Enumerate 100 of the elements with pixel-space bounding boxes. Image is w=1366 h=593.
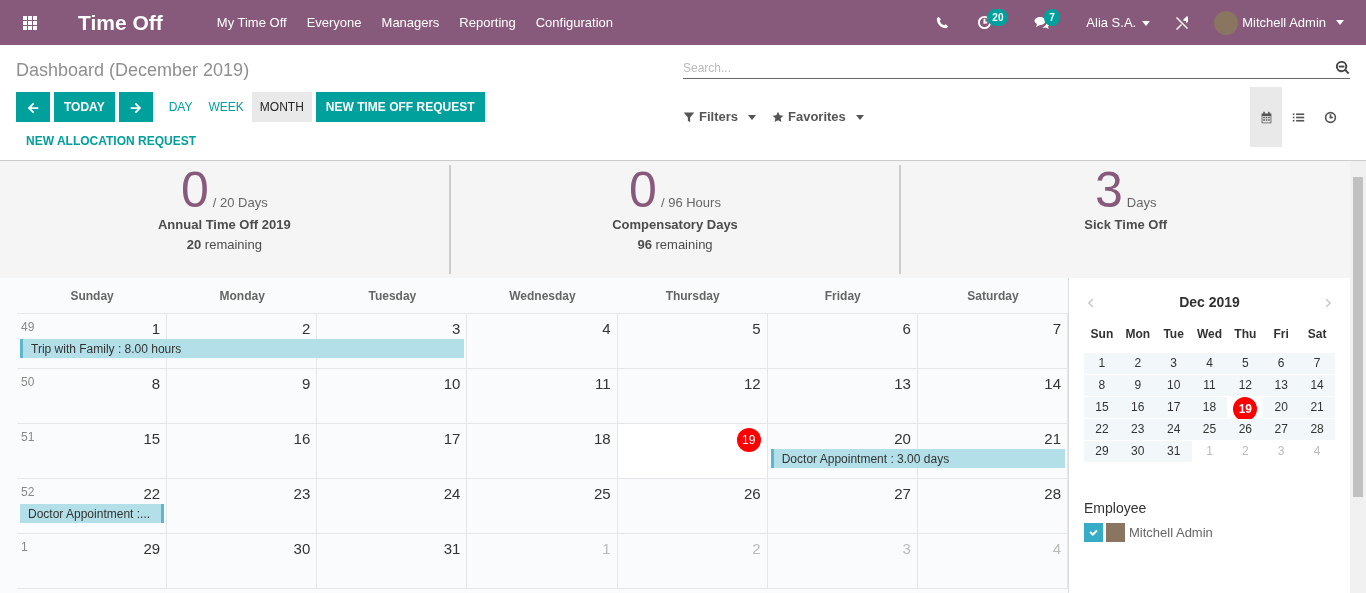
- day-cell[interactable]: 24: [317, 479, 468, 534]
- week-number: 50: [21, 374, 35, 391]
- menu-item[interactable]: Everyone: [296, 12, 372, 33]
- date-cell[interactable]: 4: [1191, 353, 1228, 374]
- filter-dropdown[interactable]: Favorites: [772, 107, 872, 127]
- checkbox[interactable]: [1084, 523, 1103, 543]
- apps-grid-icon: [22, 15, 38, 32]
- date-cell[interactable]: 25: [1191, 419, 1228, 440]
- scrollbar[interactable]: [1350, 161, 1366, 593]
- calendar-icon: [1259, 110, 1273, 124]
- day-cell[interactable]: 26: [617, 479, 768, 534]
- date-cell[interactable]: 8: [1084, 375, 1120, 396]
- date-cell[interactable]: 21: [1299, 397, 1335, 418]
- tools-icon[interactable]: [1174, 14, 1191, 31]
- day-cell[interactable]: 14: [917, 369, 1068, 424]
- day-number: 25: [593, 484, 611, 504]
- date-cell[interactable]: 17: [1155, 397, 1192, 418]
- menu-item[interactable]: My Time Off: [206, 12, 297, 33]
- filter-dropdown[interactable]: Filters: [683, 107, 764, 127]
- day-cell[interactable]: 28: [917, 479, 1068, 534]
- star-icon: [772, 111, 784, 123]
- date-cell[interactable]: 15: [1084, 397, 1120, 418]
- date-cell[interactable]: 31: [1155, 441, 1192, 462]
- date-cell[interactable]: 9: [1119, 375, 1156, 396]
- date-cell[interactable]: 5: [1227, 353, 1264, 374]
- date-cell[interactable]: 23: [1119, 419, 1156, 440]
- date-cell[interactable]: 24: [1155, 419, 1192, 440]
- time-off-event[interactable]: Doctor Appointment : 3.00 days: [770, 449, 1065, 468]
- date-cell[interactable]: 27: [1263, 419, 1300, 440]
- day-cell[interactable]: 23: [167, 479, 318, 534]
- day-cell[interactable]: 7: [917, 314, 1068, 369]
- remaining-text: 96 remaining: [636, 235, 714, 254]
- day-cell[interactable]: 9: [167, 369, 318, 424]
- date-cell[interactable]: 18: [1191, 397, 1228, 418]
- date-cell[interactable]: 6: [1263, 353, 1300, 374]
- day-cell[interactable]: 6: [767, 314, 918, 369]
- user-name: Mitchell Admin: [1242, 13, 1326, 32]
- menu-item[interactable]: Managers: [371, 12, 450, 33]
- day-number: 8: [151, 374, 161, 394]
- allocation-value: 0: [180, 165, 209, 215]
- search-icon: [1335, 60, 1350, 75]
- day-cell[interactable]: 13: [767, 369, 918, 424]
- day-number: 6: [902, 319, 911, 339]
- menu-item[interactable]: Configuration: [525, 12, 624, 33]
- date-cell[interactable]: 12: [1227, 375, 1264, 396]
- day-cell[interactable]: 19: [617, 424, 768, 479]
- day-cell[interactable]: 51 15: [17, 424, 168, 479]
- date-cell[interactable]: 3: [1155, 353, 1192, 374]
- company-switcher[interactable]: Alia S.A.: [1076, 12, 1161, 33]
- check-icon: [1088, 527, 1099, 539]
- date-cell[interactable]: 10: [1155, 375, 1192, 396]
- day-cell[interactable]: 25: [467, 479, 618, 534]
- day-number: 29: [143, 539, 161, 559]
- user-menu[interactable]: Mitchell Admin: [1204, 10, 1354, 35]
- date-cell[interactable]: 16: [1119, 397, 1156, 418]
- day-cell[interactable]: 50 8: [17, 369, 168, 424]
- day-cell[interactable]: 27: [767, 479, 918, 534]
- date-cell[interactable]: 7: [1299, 353, 1335, 374]
- right-arrow-icon: [128, 100, 143, 115]
- date-cell[interactable]: 28: [1299, 419, 1335, 440]
- today-date[interactable]: 19: [1233, 397, 1258, 421]
- day-cell[interactable]: 18: [467, 424, 618, 479]
- allocation-name: Compensatory Days: [611, 216, 739, 234]
- menu-item[interactable]: Reporting: [449, 12, 526, 33]
- date-cell[interactable]: 1: [1084, 353, 1120, 374]
- day-cell[interactable]: 11: [467, 369, 618, 424]
- next-button[interactable]: [118, 92, 153, 122]
- allocation-value: 0: [629, 165, 657, 215]
- weekday-label: Sun: [1089, 326, 1115, 343]
- scale-tab[interactable]: MONTH: [251, 92, 312, 122]
- filter-section-title: Employee: [1084, 499, 1148, 518]
- phone-icon[interactable]: [936, 16, 950, 29]
- day-number: 9: [301, 374, 311, 394]
- day-number: 7: [1052, 319, 1061, 339]
- day-cell[interactable]: 16: [167, 424, 318, 479]
- day-cell[interactable]: 5: [617, 314, 768, 369]
- day-number: 21: [1044, 429, 1061, 449]
- time-off-event[interactable]: Trip with Family : 8.00 hours: [20, 339, 465, 358]
- day-cell[interactable]: 17: [317, 424, 468, 479]
- date-cell[interactable]: 13: [1263, 375, 1300, 396]
- day-number: 2: [752, 539, 761, 559]
- date-cell[interactable]: 11: [1191, 375, 1228, 396]
- day-number: 20: [894, 429, 911, 449]
- view-switch-button[interactable]: [1250, 87, 1282, 147]
- date-cell[interactable]: 30: [1119, 441, 1156, 462]
- previous-button[interactable]: [16, 92, 50, 122]
- day-cell[interactable]: 4: [467, 314, 618, 369]
- time-off-event[interactable]: Doctor Appointment :...: [20, 504, 165, 523]
- day-cell[interactable]: 10: [317, 369, 468, 424]
- date-cell[interactable]: 22: [1084, 419, 1120, 440]
- day-cell[interactable]: 31: [317, 534, 468, 589]
- day-cell[interactable]: 1 29: [17, 534, 168, 589]
- date-cell[interactable]: 2: [1119, 353, 1156, 374]
- day-cell[interactable]: 30: [167, 534, 318, 589]
- date-cell[interactable]: 29: [1084, 441, 1120, 462]
- date-cell[interactable]: 26: [1227, 419, 1264, 440]
- day-number: 3: [902, 539, 911, 559]
- date-cell[interactable]: 20: [1263, 397, 1300, 418]
- date-cell[interactable]: 14: [1299, 375, 1335, 396]
- day-number: 4: [602, 319, 611, 339]
